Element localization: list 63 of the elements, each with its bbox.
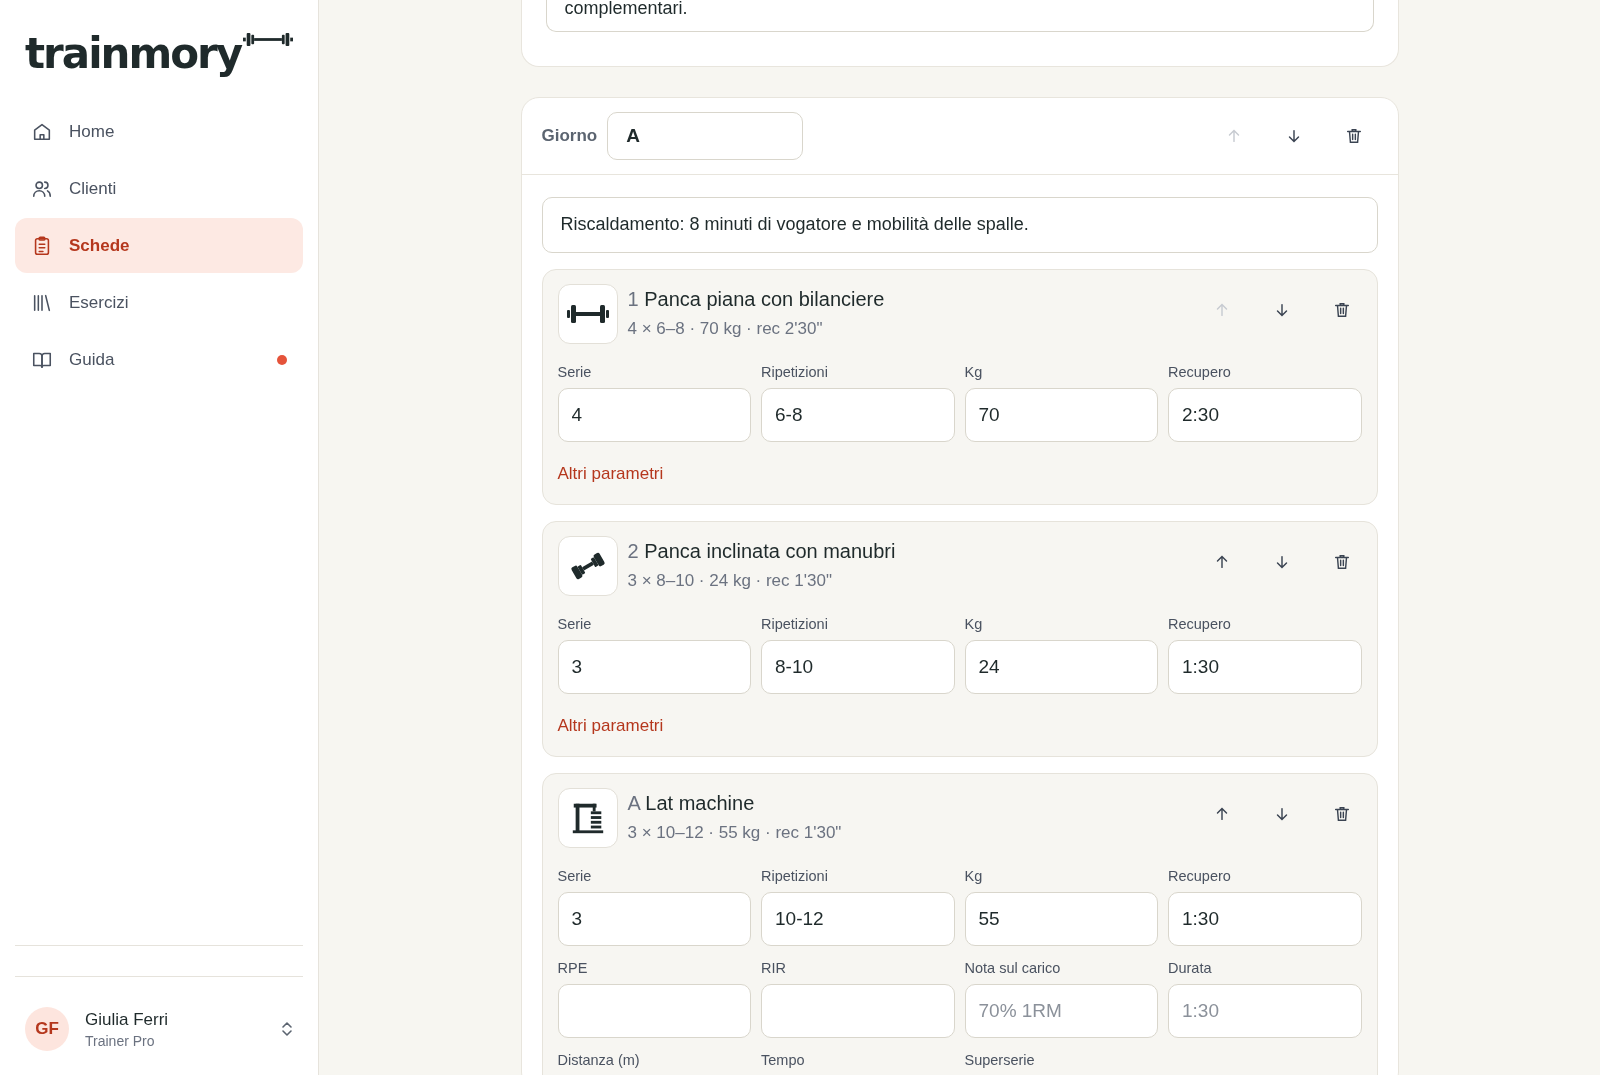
field-label: Superserie: [964, 1052, 1036, 1068]
field-label: Ripetizioni: [761, 364, 829, 380]
input-field[interactable]: 24: [964, 640, 1158, 694]
avatar: GF: [25, 1007, 69, 1051]
nav-item[interactable]: Esercizi: [15, 275, 303, 330]
field-label: Recupero: [1168, 364, 1232, 380]
input-field[interactable]: 1:30: [1168, 984, 1362, 1038]
trash-icon: [1332, 301, 1351, 319]
input-field[interactable]: 8-10: [761, 640, 955, 694]
input-field[interactable]: [557, 984, 751, 1038]
barbell-icon: [565, 302, 610, 326]
input-field[interactable]: 2:30: [1168, 388, 1362, 442]
input-field[interactable]: 1:30: [1168, 640, 1362, 694]
field-label: RIR: [761, 960, 787, 976]
input-field[interactable]: 10-12: [761, 892, 955, 946]
user-name: Giulia Ferri: [85, 1009, 170, 1030]
day-label: Giorno: [541, 126, 598, 146]
field-label: Ripetizioni: [761, 616, 829, 632]
exercise-summary: 3 × 10–12 · 55 kg · rec 1'30": [627, 823, 842, 843]
field-label: Kg: [964, 616, 984, 632]
chevron-up-down-icon[interactable]: [281, 1020, 293, 1038]
logo-wordmark: trainmory: [25, 32, 242, 76]
field-label: Serie: [557, 868, 593, 884]
user-role: Trainer Pro: [85, 1032, 156, 1049]
nav-item[interactable]: Schede: [15, 218, 303, 273]
field-label: Tempo: [761, 1052, 806, 1068]
field-label: RPE: [557, 960, 589, 976]
field-label: Kg: [964, 364, 984, 380]
input-field[interactable]: 55: [964, 892, 1158, 946]
exercise-title: 2 Panca inclinata con manubri: [627, 540, 896, 563]
field-label: Serie: [557, 364, 593, 380]
input-field[interactable]: 70% 1RM: [964, 984, 1158, 1038]
trash-icon: [1332, 553, 1351, 571]
notes-field[interactable]: complementari.: [545, 0, 1374, 32]
field-label: Serie: [557, 616, 593, 632]
field-label: Recupero: [1168, 868, 1232, 884]
field-label: Recupero: [1168, 616, 1232, 632]
input-field[interactable]: 3: [557, 892, 751, 946]
nav-item[interactable]: Clienti: [15, 161, 303, 216]
exercise-summary: 3 × 8–10 · 24 kg · rec 1'30": [627, 571, 833, 591]
more-parameters-link[interactable]: Altri parametri: [557, 464, 664, 484]
field-label: Ripetizioni: [761, 868, 829, 884]
field-label: Distanza (m): [557, 1052, 641, 1068]
input-field[interactable]: [761, 984, 955, 1038]
exercise-title: A Lat machine: [627, 792, 756, 815]
nav-item[interactable]: Guida: [15, 332, 303, 387]
trash-icon: [1344, 127, 1363, 145]
day-notes-field[interactable]: Riscaldamento: 8 minuti di vogatore e mobilità delle spalle.: [541, 197, 1378, 253]
nav-item[interactable]: Home: [15, 104, 303, 159]
trash-icon: [1332, 805, 1351, 823]
input-field[interactable]: 6-8: [761, 388, 955, 442]
field-label: Kg: [964, 868, 984, 884]
field-label: Durata: [1168, 960, 1213, 976]
field-label: Nota sul carico: [964, 960, 1062, 976]
input-field[interactable]: 4: [557, 388, 751, 442]
input-field[interactable]: 1:30: [1168, 892, 1362, 946]
barbell-icon: [243, 32, 294, 47]
input-field[interactable]: 3: [557, 640, 751, 694]
more-parameters-link[interactable]: Altri parametri: [557, 716, 664, 736]
day-field[interactable]: A: [607, 112, 804, 160]
input-field[interactable]: 70: [964, 388, 1158, 442]
exercise-summary: 4 × 6–8 · 70 kg · rec 2'30": [627, 319, 824, 339]
exercise-title: 1 Panca piana con bilanciere: [627, 288, 885, 311]
